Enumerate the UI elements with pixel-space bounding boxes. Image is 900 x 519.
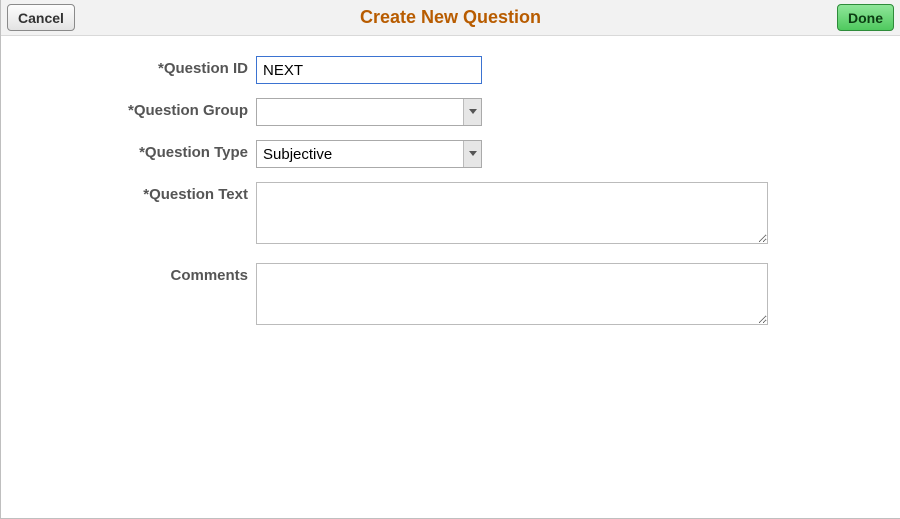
done-button[interactable]: Done bbox=[837, 4, 894, 31]
question-type-value: Subjective bbox=[257, 146, 463, 163]
question-group-select[interactable] bbox=[256, 98, 482, 126]
done-button-label: Done bbox=[848, 10, 883, 26]
label-question-text: *Question Text bbox=[21, 182, 256, 203]
question-type-select[interactable]: Subjective bbox=[256, 140, 482, 168]
row-comments: Comments bbox=[21, 263, 880, 330]
row-question-text: *Question Text bbox=[21, 182, 880, 249]
row-question-group: *Question Group bbox=[21, 98, 880, 126]
label-question-group: *Question Group bbox=[21, 98, 256, 119]
dialog-frame: Cancel Create New Question Done *Questio… bbox=[0, 0, 900, 519]
question-id-input[interactable] bbox=[256, 56, 482, 84]
row-question-type: *Question Type Subjective bbox=[21, 140, 880, 168]
cancel-button-label: Cancel bbox=[18, 10, 64, 26]
dialog-header: Cancel Create New Question Done bbox=[1, 0, 900, 36]
chevron-down-icon bbox=[463, 99, 481, 125]
label-question-type: *Question Type bbox=[21, 140, 256, 161]
page-title: Create New Question bbox=[360, 7, 541, 28]
label-question-id: *Question ID bbox=[21, 56, 256, 77]
chevron-down-icon bbox=[463, 141, 481, 167]
cancel-button[interactable]: Cancel bbox=[7, 4, 75, 31]
comments-textarea[interactable] bbox=[256, 263, 768, 325]
label-comments: Comments bbox=[21, 263, 256, 284]
row-question-id: *Question ID bbox=[21, 56, 880, 84]
form-area: *Question ID *Question Group *Question T… bbox=[1, 36, 900, 330]
question-text-textarea[interactable] bbox=[256, 182, 768, 244]
